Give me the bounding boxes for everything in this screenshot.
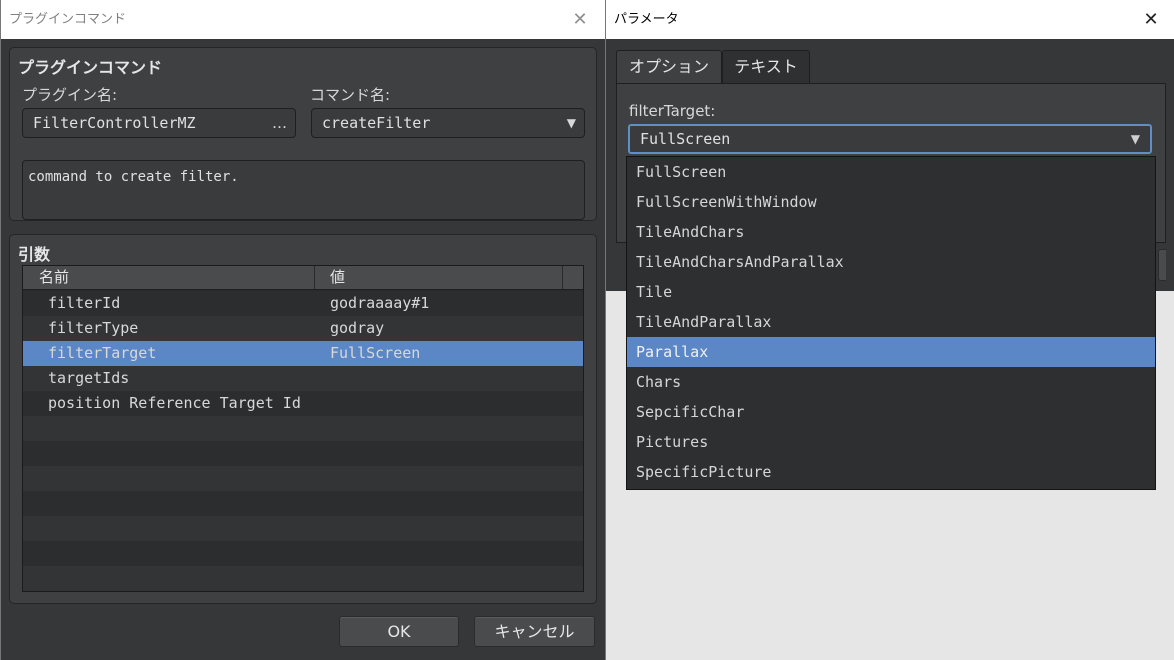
plugin-name-label: プラグイン名:: [22, 86, 118, 104]
filter-target-dropdown: FullScreen FullScreenWithWindow TileAndCha…: [626, 156, 1156, 490]
filter-target-label: filterTarget:: [629, 102, 716, 120]
dropdown-option[interactable]: FullScreenWithWindow: [627, 187, 1155, 217]
triangle-down-icon: ▼: [1130, 132, 1140, 146]
command-name-label: コマンド名:: [310, 86, 391, 104]
plugin-command-dialog: プラグインコマンド ✕ プラグインコマンド プラグイン名: FilterCont…: [0, 0, 606, 660]
argument-value: FullScreen: [330, 344, 421, 362]
tab-text[interactable]: テキスト: [722, 50, 810, 83]
triangle-down-icon: ▼: [566, 116, 576, 130]
dropdown-option[interactable]: Tile: [627, 277, 1155, 307]
dropdown-option[interactable]: Chars: [627, 367, 1155, 397]
cancel-button[interactable]: キャンセル: [474, 616, 595, 647]
argument-name: filterType: [48, 319, 139, 337]
dropdown-option[interactable]: SpecificPicture: [627, 457, 1155, 487]
table-row[interactable]: [23, 466, 583, 491]
argument-name: targetIds: [48, 369, 130, 387]
column-header-name[interactable]: 名前: [23, 266, 315, 290]
arguments-group: 引数 名前 値 filterId godraaaay#1 filterType god…: [9, 234, 597, 604]
partially-hidden-button[interactable]: [1158, 249, 1166, 281]
table-row[interactable]: filterId godraaaay#1: [23, 291, 583, 316]
argument-value: godray: [330, 319, 385, 337]
table-row[interactable]: [23, 516, 583, 541]
argument-name: position Reference Target Id: [48, 394, 301, 412]
dropdown-option[interactable]: Parallax: [627, 337, 1155, 367]
window-title: プラグインコマンド: [9, 12, 127, 27]
title-bar: プラグインコマンド ✕: [1, 0, 605, 39]
description-text: command to create filter.: [28, 169, 239, 185]
group-title: プラグインコマンド: [18, 58, 163, 77]
close-icon[interactable]: ✕: [557, 0, 603, 39]
table-row[interactable]: position Reference Target Id: [23, 391, 583, 416]
argument-name: filterTarget: [48, 344, 157, 362]
plugin-command-group: プラグインコマンド プラグイン名: FilterControllerMZ … コ…: [9, 47, 597, 221]
dropdown-option[interactable]: FullScreen: [627, 157, 1155, 187]
table-row[interactable]: filterTarget FullScreen: [23, 341, 583, 366]
argument-value: godraaaay#1: [330, 294, 430, 312]
command-name-value: createFilter: [322, 114, 431, 132]
arguments-title: 引数: [18, 245, 51, 264]
table-row[interactable]: [23, 416, 583, 441]
table-row[interactable]: [23, 441, 583, 466]
ellipsis-icon[interactable]: …: [272, 109, 287, 137]
filter-target-combo[interactable]: FullScreen ▼: [628, 124, 1152, 154]
dropdown-option[interactable]: Pictures: [627, 427, 1155, 457]
combo-value: FullScreen: [640, 130, 731, 148]
column-header-value[interactable]: 値: [315, 266, 563, 290]
dropdown-option[interactable]: SepcificChar: [627, 397, 1155, 427]
dropdown-option[interactable]: TileAndCharsAndParallax: [627, 247, 1155, 277]
title-bar: パラメータ ✕: [606, 0, 1174, 39]
table-row[interactable]: [23, 566, 583, 591]
command-description: command to create filter.: [22, 160, 585, 220]
table-row[interactable]: filterType godray: [23, 316, 583, 341]
table-row[interactable]: targetIds: [23, 366, 583, 391]
command-name-select[interactable]: createFilter ▼: [311, 108, 585, 138]
ok-button[interactable]: OK: [339, 616, 459, 647]
table-body: filterId godraaaay#1 filterType godray filte…: [23, 291, 583, 591]
table-row[interactable]: [23, 491, 583, 516]
arguments-table: 名前 値 filterId godraaaay#1 filterType godray…: [22, 265, 584, 592]
plugin-name-field[interactable]: FilterControllerMZ …: [22, 108, 296, 138]
argument-name: filterId: [48, 294, 121, 312]
plugin-name-value: FilterControllerMZ: [33, 114, 196, 132]
dropdown-option[interactable]: TileAndChars: [627, 217, 1155, 247]
window-title: パラメータ: [614, 12, 679, 27]
table-row[interactable]: [23, 541, 583, 566]
close-icon[interactable]: ✕: [1128, 0, 1174, 39]
dropdown-option[interactable]: TileAndParallax: [627, 307, 1155, 337]
tab-options[interactable]: オプション: [616, 50, 722, 83]
table-header: 名前 値: [23, 266, 583, 290]
